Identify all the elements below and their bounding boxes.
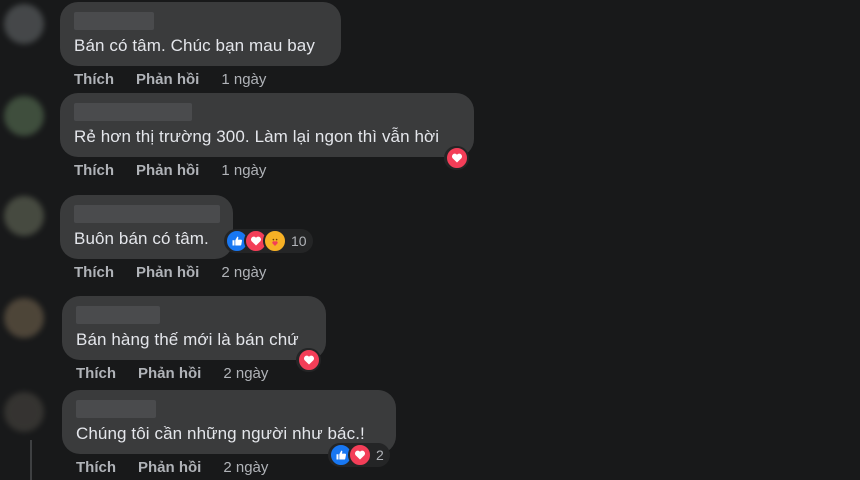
comment-actions: Thích Phản hồi 2 ngày	[76, 365, 268, 382]
commenter-name[interactable]	[76, 306, 160, 324]
thread-line	[30, 440, 32, 480]
avatar[interactable]	[4, 298, 44, 338]
reaction-summary[interactable]	[444, 146, 469, 170]
comment-bubble: Bán hàng thế mới là bán chứ	[62, 296, 326, 360]
reaction-count: 2	[376, 447, 384, 463]
avatar[interactable]	[4, 392, 44, 432]
comment-text: Bán có tâm. Chúc bạn mau bay	[74, 36, 315, 55]
reply-button[interactable]: Phản hồi	[138, 459, 201, 476]
timestamp[interactable]: 2 ngày	[223, 459, 268, 476]
comment-bubble: Bán có tâm. Chúc bạn mau bay	[60, 2, 341, 66]
comment-text: Buôn bán có tâm.	[74, 229, 209, 248]
commenter-name[interactable]	[74, 103, 192, 121]
like-button[interactable]: Thích	[74, 71, 114, 88]
reply-button[interactable]: Phản hồi	[136, 264, 199, 281]
like-button[interactable]: Thích	[76, 459, 116, 476]
reply-button[interactable]: Phản hồi	[136, 71, 199, 88]
love-reaction-icon	[445, 146, 469, 170]
commenter-name[interactable]	[74, 12, 154, 30]
comment-actions: Thích Phản hồi 2 ngày	[74, 264, 266, 281]
like-button[interactable]: Thích	[74, 264, 114, 281]
comment-text: Rẻ hơn thị trường 300. Làm lại ngon thì …	[74, 127, 440, 146]
avatar[interactable]	[4, 4, 44, 44]
comment-bubble: Buôn bán có tâm.	[60, 195, 233, 259]
reaction-summary[interactable]: 10	[224, 229, 313, 253]
reply-button[interactable]: Phản hồi	[138, 365, 201, 382]
reaction-summary[interactable]: 2	[328, 443, 390, 467]
avatar[interactable]	[4, 196, 44, 236]
comment-actions: Thích Phản hồi 2 ngày	[76, 459, 268, 476]
timestamp[interactable]: 1 ngày	[221, 71, 266, 88]
reply-button[interactable]: Phản hồi	[136, 162, 199, 179]
love-reaction-icon	[348, 443, 372, 467]
comment-actions: Thích Phản hồi 1 ngày	[74, 71, 266, 88]
comment-text: Chúng tôi cần những người như bác.!	[76, 424, 365, 443]
reaction-count: 10	[291, 233, 307, 249]
commenter-name[interactable]	[74, 205, 220, 223]
comment-bubble: Rẻ hơn thị trường 300. Làm lại ngon thì …	[60, 93, 474, 157]
avatar[interactable]	[4, 96, 44, 136]
timestamp[interactable]: 1 ngày	[221, 162, 266, 179]
timestamp[interactable]: 2 ngày	[221, 264, 266, 281]
comment-text: Bán hàng thế mới là bán chứ	[76, 330, 299, 349]
love-reaction-icon	[297, 348, 321, 372]
reaction-summary[interactable]	[296, 348, 321, 372]
care-reaction-icon	[263, 229, 287, 253]
comment-actions: Thích Phản hồi 1 ngày	[74, 162, 266, 179]
commenter-name[interactable]	[76, 400, 156, 418]
like-button[interactable]: Thích	[76, 365, 116, 382]
like-button[interactable]: Thích	[74, 162, 114, 179]
timestamp[interactable]: 2 ngày	[223, 365, 268, 382]
